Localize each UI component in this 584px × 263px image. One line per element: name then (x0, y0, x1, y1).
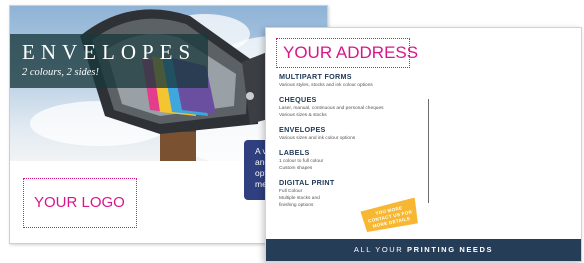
title-box: ENVELOPES 2 colours, 2 sides! (10, 34, 208, 88)
letterhead-front-card: YOUR ADDRESS MULTIPART FORMS Various sty… (265, 27, 582, 262)
address-placeholder-text: YOUR ADDRESS (283, 43, 419, 62)
envelopes-title: ENVELOPES (22, 40, 197, 64)
service-detail: Various sizes and ink colour options (279, 136, 356, 141)
service-cheques: CHEQUES Laser, manual, continuous and pe… (279, 95, 439, 119)
service-detail: Various sizes & stocks (279, 113, 327, 118)
vertical-divider (428, 99, 429, 203)
service-multipart-forms: MULTIPART FORMS Various styles, stocks a… (279, 72, 439, 89)
service-heading: LABELS (279, 148, 310, 157)
footer-bar: ALL YOUR PRINTING NEEDS (266, 239, 581, 261)
footer-prefix: ALL YOUR (353, 245, 407, 254)
service-labels: LABELS 1 colour to full colour Custom sh… (279, 148, 439, 172)
footer-bold: PRINTING NEEDS (407, 245, 494, 254)
service-detail: 1 colour to full colour (279, 159, 324, 164)
service-detail: Various styles, stocks and ink colour op… (279, 83, 373, 88)
services-list: MULTIPART FORMS Various styles, stocks a… (279, 72, 439, 215)
service-detail: Laser, manual, continuous and personal c… (279, 106, 384, 111)
service-heading: ENVELOPES (279, 125, 326, 134)
envelopes-subtitle: 2 colours, 2 sides! (22, 67, 99, 78)
service-heading: CHEQUES (279, 95, 317, 104)
service-detail: Full Colour (279, 189, 303, 194)
service-heading: DIGITAL PRINT (279, 178, 335, 187)
service-detail: Custom shapes (279, 166, 313, 171)
address-placeholder-box[interactable]: YOUR ADDRESS (276, 38, 418, 68)
logo-placeholder-box[interactable]: YOUR LOGO (23, 178, 137, 228)
service-envelopes: ENVELOPES Various sizes and ink colour o… (279, 125, 439, 142)
logo-placeholder-text: YOUR LOGO (34, 194, 125, 211)
service-heading: MULTIPART FORMS (279, 72, 352, 81)
